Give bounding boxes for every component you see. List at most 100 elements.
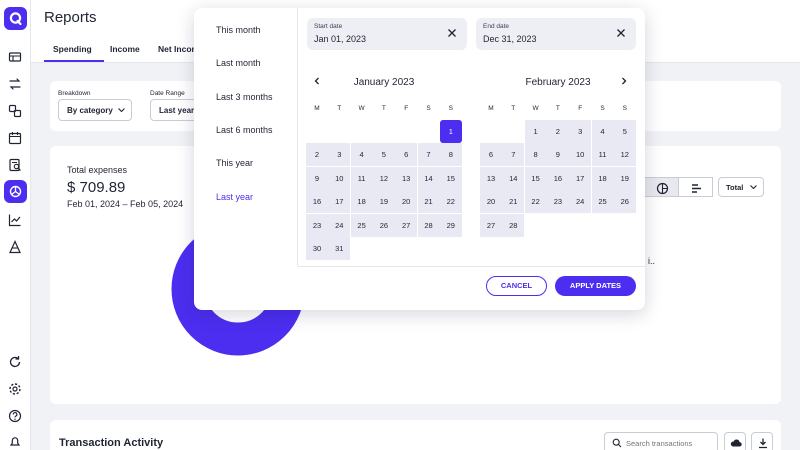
- calendar-day[interactable]: 20: [480, 190, 502, 214]
- calendar-day[interactable]: 29: [439, 213, 462, 237]
- calendar-day[interactable]: 11: [350, 166, 373, 190]
- calendar-day[interactable]: 28: [417, 213, 440, 237]
- calendar-day[interactable]: 8: [439, 143, 462, 167]
- calendar-day[interactable]: 28: [502, 213, 525, 237]
- calendar-day[interactable]: 25: [350, 213, 373, 237]
- bar-view-toggle[interactable]: [678, 177, 713, 197]
- calendar-day[interactable]: 27: [480, 213, 502, 237]
- reports-pie-icon[interactable]: [4, 180, 27, 203]
- start-date-field[interactable]: Start date Jan 01, 2023: [307, 18, 467, 50]
- accounts-icon[interactable]: [8, 50, 22, 64]
- calendar-day[interactable]: 10: [328, 166, 351, 190]
- calendar-day[interactable]: 24: [569, 190, 592, 214]
- logo-icon[interactable]: [4, 7, 27, 30]
- calendar-day[interactable]: 7: [417, 143, 440, 167]
- preset-last-3-months[interactable]: Last 3 months: [216, 92, 273, 102]
- calendar-day[interactable]: 11: [591, 143, 614, 167]
- clear-start-date-icon[interactable]: [447, 28, 457, 38]
- help-icon[interactable]: [8, 409, 22, 423]
- preset-last-year[interactable]: Last year: [216, 192, 253, 202]
- breakdown-select[interactable]: By category: [58, 99, 132, 121]
- calendar-day[interactable]: 20: [395, 190, 418, 214]
- calendar-day[interactable]: 24: [328, 213, 351, 237]
- total-select-value: Total: [726, 183, 744, 192]
- calendar-day[interactable]: 22: [524, 190, 547, 214]
- calendar-day[interactable]: 2: [546, 120, 569, 143]
- calendar-day[interactable]: 13: [480, 166, 502, 190]
- tab-net-income[interactable]: Net Income: [158, 44, 198, 54]
- calendar-day[interactable]: 12: [372, 166, 395, 190]
- calendar-day[interactable]: 15: [524, 166, 547, 190]
- calendar-day[interactable]: 12: [613, 143, 636, 167]
- calendar-icon[interactable]: [8, 131, 22, 145]
- calendar-day[interactable]: 25: [591, 190, 614, 214]
- calendar-day[interactable]: 18: [350, 190, 373, 214]
- tab-spending[interactable]: Spending: [53, 44, 92, 54]
- download-button[interactable]: [751, 432, 773, 450]
- calendar-day[interactable]: 21: [417, 190, 440, 214]
- settings-icon[interactable]: [8, 382, 22, 396]
- categories-icon[interactable]: [8, 104, 22, 118]
- calendar-day[interactable]: 4: [591, 120, 614, 143]
- preset-last-month[interactable]: Last month: [216, 58, 261, 68]
- transaction-search[interactable]: [604, 432, 718, 450]
- calendar-day[interactable]: 26: [372, 213, 395, 237]
- calendar-day[interactable]: 7: [502, 143, 525, 167]
- tab-income[interactable]: Income: [110, 44, 140, 54]
- calendar-day[interactable]: 14: [502, 166, 525, 190]
- investments-icon[interactable]: [8, 240, 22, 254]
- calendar-day[interactable]: 16: [546, 166, 569, 190]
- clear-end-date-icon[interactable]: [616, 28, 626, 38]
- active-tab-indicator: [44, 60, 104, 62]
- calendar-day[interactable]: 17: [328, 190, 351, 214]
- notifications-icon[interactable]: [8, 435, 22, 449]
- calendar-day[interactable]: 23: [306, 213, 328, 237]
- pie-view-toggle[interactable]: [644, 177, 679, 197]
- calendar-day[interactable]: 31: [328, 237, 351, 260]
- calendar-day[interactable]: 6: [480, 143, 502, 167]
- calendar-day[interactable]: 13: [395, 166, 418, 190]
- calendar-day[interactable]: 18: [591, 166, 614, 190]
- preset-last-6-months[interactable]: Last 6 months: [216, 125, 273, 135]
- refresh-icon[interactable]: [8, 355, 22, 369]
- calendar-day[interactable]: 6: [395, 143, 418, 167]
- footer-divider: [298, 266, 645, 267]
- total-select[interactable]: Total: [718, 177, 764, 197]
- calendar-day[interactable]: 23: [546, 190, 569, 214]
- reports-list-icon[interactable]: [8, 158, 22, 172]
- calendar-day[interactable]: 4: [350, 143, 373, 167]
- calendar-day[interactable]: 1: [524, 120, 547, 143]
- calendar-day[interactable]: 30: [306, 237, 328, 260]
- trends-icon[interactable]: [8, 213, 22, 227]
- apply-dates-button[interactable]: APPLY DATES: [555, 276, 636, 296]
- calendar-day[interactable]: 8: [524, 143, 547, 167]
- calendar-day[interactable]: 15: [439, 166, 462, 190]
- calendar-day[interactable]: 10: [569, 143, 592, 167]
- calendar-day[interactable]: 2: [306, 143, 328, 167]
- calendar-day[interactable]: 5: [613, 120, 636, 143]
- search-input[interactable]: [626, 437, 714, 449]
- cancel-button[interactable]: CANCEL: [486, 276, 547, 296]
- calendar-day[interactable]: 1: [439, 120, 462, 143]
- calendar-day[interactable]: 9: [306, 166, 328, 190]
- calendar-day[interactable]: 19: [613, 166, 636, 190]
- calendar-day[interactable]: 9: [546, 143, 569, 167]
- start-date-label: Start date: [314, 23, 343, 30]
- transfers-icon[interactable]: [8, 77, 22, 91]
- calendar-day[interactable]: 26: [613, 190, 636, 214]
- calendar-day[interactable]: 3: [569, 120, 592, 143]
- calendar-day[interactable]: 3: [328, 143, 351, 167]
- calendar-day[interactable]: 21: [502, 190, 525, 214]
- calendar-day[interactable]: 17: [569, 166, 592, 190]
- chevron-down-icon: [750, 185, 757, 190]
- calendar-day[interactable]: 27: [395, 213, 418, 237]
- end-date-field[interactable]: End date Dec 31, 2023: [476, 18, 636, 50]
- calendar-day[interactable]: 5: [372, 143, 395, 167]
- preset-this-month[interactable]: This month: [216, 25, 261, 35]
- preset-this-year[interactable]: This year: [216, 158, 253, 168]
- calendar-day[interactable]: 16: [306, 190, 328, 214]
- calendar-day[interactable]: 14: [417, 166, 440, 190]
- calendar-day[interactable]: 19: [372, 190, 395, 214]
- cloud-upload-button[interactable]: [724, 432, 746, 450]
- calendar-day[interactable]: 22: [439, 190, 462, 214]
